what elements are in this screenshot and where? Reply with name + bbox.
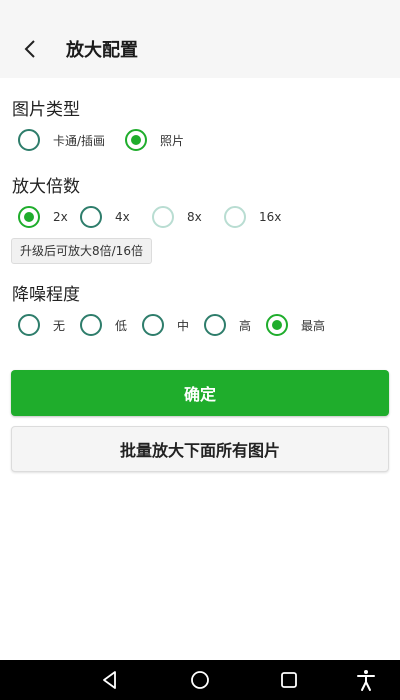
system-nav-bar: [0, 660, 400, 700]
radio-option-16x[interactable]: 16x: [224, 205, 281, 229]
app-header: 放大配置: [0, 0, 400, 78]
chevron-left-icon[interactable]: [20, 38, 42, 60]
recents-square-icon[interactable]: [277, 668, 301, 692]
radio-label: 高: [239, 318, 252, 333]
radio-button-checked[interactable]: [125, 129, 147, 151]
radio-option-highest[interactable]: 最高: [266, 313, 325, 337]
radio-label: 16x: [259, 210, 282, 224]
radio-label: 最高: [301, 318, 326, 333]
home-circle-icon[interactable]: [188, 668, 212, 692]
page-title: 放大配置: [66, 40, 138, 61]
radio-button[interactable]: [142, 314, 164, 336]
radio-option-none[interactable]: 无: [18, 313, 65, 337]
back-triangle-icon[interactable]: [98, 668, 122, 692]
confirm-button[interactable]: 确定: [11, 370, 389, 416]
radio-option-medium[interactable]: 中: [142, 313, 189, 337]
radio-label: 无: [53, 318, 66, 333]
radio-option-low[interactable]: 低: [80, 313, 127, 337]
batch-upscale-button[interactable]: 批量放大下面所有图片: [11, 426, 389, 472]
radio-option-photo[interactable]: 照片: [125, 128, 184, 152]
radio-label: 中: [177, 318, 190, 333]
radio-option-2x[interactable]: 2x: [18, 205, 68, 229]
radio-label: 卡通/插画: [53, 133, 106, 148]
radio-option-8x[interactable]: 8x: [152, 205, 202, 229]
radio-button-disabled[interactable]: [224, 206, 246, 228]
section-title-scale: 放大倍数: [12, 177, 80, 197]
radio-button[interactable]: [204, 314, 226, 336]
radio-option-high[interactable]: 高: [204, 313, 251, 337]
radio-option-cartoon[interactable]: 卡通/插画: [18, 128, 105, 152]
radio-label: 4x: [115, 210, 130, 224]
radio-label: 2x: [53, 210, 68, 224]
radio-label: 低: [115, 318, 128, 333]
radio-option-4x[interactable]: 4x: [80, 205, 130, 229]
radio-label: 8x: [187, 210, 202, 224]
radio-label: 照片: [160, 133, 185, 148]
accessibility-icon[interactable]: [354, 668, 378, 692]
section-title-denoise: 降噪程度: [12, 285, 80, 305]
radio-button[interactable]: [18, 129, 40, 151]
radio-button-checked[interactable]: [266, 314, 288, 336]
radio-button[interactable]: [18, 314, 40, 336]
section-title-image-type: 图片类型: [12, 100, 80, 120]
radio-button[interactable]: [80, 314, 102, 336]
radio-button[interactable]: [80, 206, 102, 228]
upgrade-button[interactable]: 升级后可放大8倍/16倍: [11, 238, 152, 264]
radio-button-checked[interactable]: [18, 206, 40, 228]
radio-button-disabled[interactable]: [152, 206, 174, 228]
